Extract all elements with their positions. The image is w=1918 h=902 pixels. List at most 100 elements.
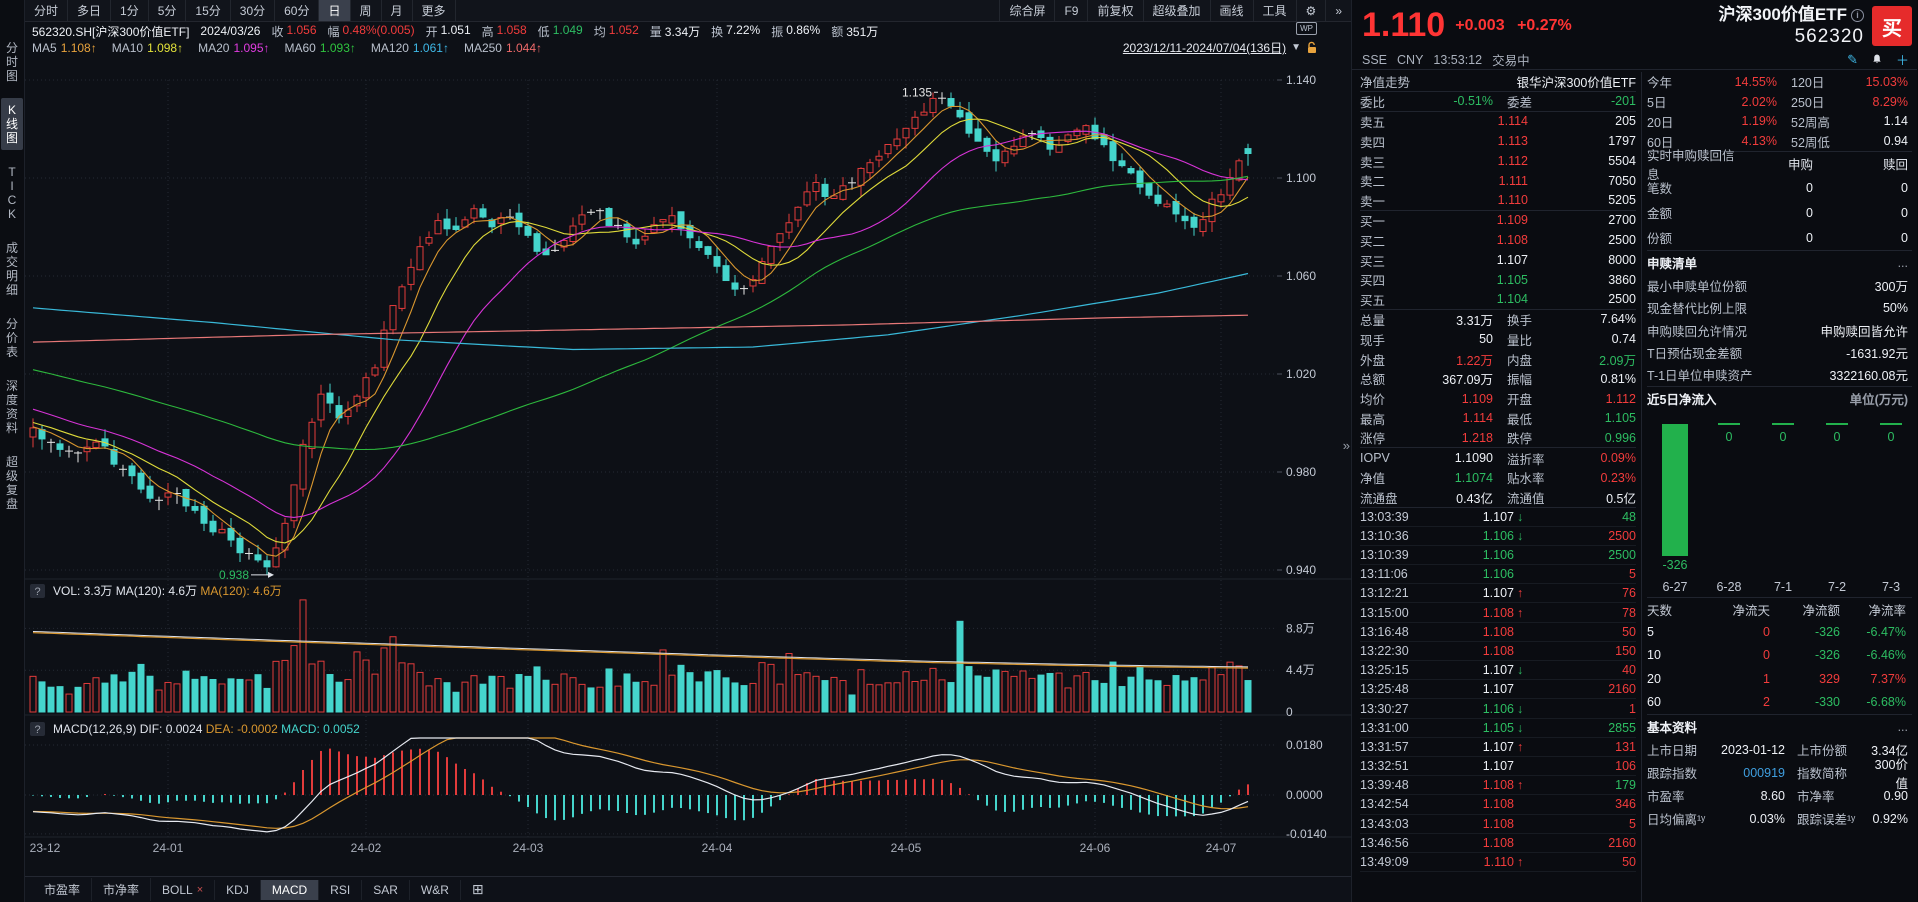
flow-table-row-10: 100-326-6.46% — [1647, 644, 1912, 668]
lock-icon[interactable] — [1306, 41, 1319, 54]
toolbar-tool-画线[interactable]: 画线 — [1210, 0, 1253, 21]
stat-row-IOPV: IOPV1.1090溢折率0.09% — [1360, 448, 1636, 468]
indicator-tab-SAR[interactable]: SAR — [362, 880, 410, 900]
buy-button[interactable]: 买 — [1872, 6, 1912, 46]
svg-text:24-04: 24-04 — [702, 841, 733, 855]
period-tab-30分[interactable]: 30分 — [231, 0, 275, 21]
toolbar-tool-综合屏[interactable]: 综合屏 — [999, 0, 1054, 21]
period-tab-周[interactable]: 周 — [351, 0, 382, 21]
add-indicator-button[interactable]: ⊞ — [461, 878, 495, 901]
period-tab-日[interactable]: 日 — [319, 0, 350, 21]
ask-row-卖四[interactable]: 卖四1.1131797 — [1360, 131, 1636, 151]
tick-row[interactable]: 13:03:391.107↓48 — [1360, 508, 1636, 527]
period-tab-多日[interactable]: 多日 — [68, 0, 111, 21]
collapse-panel-icon[interactable]: » — [1343, 438, 1350, 453]
chevron-down-icon[interactable]: ▼ — [1291, 42, 1301, 53]
period-tab-60分[interactable]: 60分 — [275, 0, 319, 21]
indicator-tab-市盈率[interactable]: 市盈率 — [33, 878, 92, 901]
bid-row-买五[interactable]: 买五1.1042500 — [1360, 290, 1636, 310]
tick-row[interactable]: 13:43:031.1085 — [1360, 815, 1636, 834]
info-icon[interactable]: i — [1851, 9, 1864, 22]
tick-row[interactable]: 13:15:001.108↑78 — [1360, 603, 1636, 622]
kline-chart[interactable]: 1.1401.1001.0601.0200.9800.9401.1350.938… — [25, 56, 1352, 876]
svg-text:?: ? — [34, 586, 40, 598]
tick-row[interactable]: 13:12:211.107↑76 — [1360, 584, 1636, 603]
ma-legend-item: MA201.095↑ — [198, 41, 269, 55]
bid-row-买三[interactable]: 买三1.1078000 — [1360, 250, 1636, 270]
indicator-tab-BOLL[interactable]: BOLL× — [151, 880, 215, 900]
quote-field: 换7.22% — [711, 23, 760, 40]
ask-row-卖三[interactable]: 卖三1.1125504 — [1360, 151, 1636, 171]
ask-row-卖二[interactable]: 卖二1.1117050 — [1360, 171, 1636, 191]
flow-table-row-20: 2013297.37% — [1647, 667, 1912, 691]
alert-bell-icon[interactable] — [1871, 53, 1883, 66]
add-watchlist-icon[interactable]: ＋ — [1896, 50, 1909, 69]
gear-icon[interactable]: ⚙ — [1296, 0, 1326, 21]
sidebar-item-成交明细[interactable]: 成交明细 — [1, 236, 23, 302]
tick-row[interactable]: 13:31:571.107↑131 — [1360, 738, 1636, 757]
netflow-zero-dash — [1772, 423, 1794, 425]
tick-row[interactable]: 13:10:361.106↓2500 — [1360, 527, 1636, 546]
toolbar-tool-工具[interactable]: 工具 — [1253, 0, 1296, 21]
indicator-tab-RSI[interactable]: RSI — [319, 880, 362, 900]
quote-panel: 1.110 +0.003 +0.27% 沪深300价值ETFi 562320 买… — [1352, 0, 1917, 902]
sidebar-item-TICK[interactable]: TICK — [1, 160, 23, 226]
quote-field: 低1.049 — [538, 23, 583, 40]
tick-row[interactable]: 13:46:561.1082160 — [1360, 834, 1636, 853]
sidebar-item-分时图[interactable]: 分时图 — [1, 36, 23, 88]
indicator-tab-MACD[interactable]: MACD — [261, 880, 319, 900]
netflow-zero-dash — [1880, 423, 1902, 425]
tick-row[interactable]: 13:42:541.108346 — [1360, 795, 1636, 814]
more-icon: ... — [1898, 720, 1908, 734]
indicator-tab-W&R[interactable]: W&R — [410, 880, 461, 900]
bid-row-买一[interactable]: 买一1.1092700 — [1360, 211, 1636, 231]
svg-text:0.940: 0.940 — [1286, 563, 1316, 577]
indicator-tab-市净率[interactable]: 市净率 — [92, 878, 151, 901]
more-tools-icon[interactable]: » — [1325, 0, 1351, 21]
flow-table-row-5: 50-326-6.47% — [1647, 620, 1912, 644]
period-tab-1分[interactable]: 1分 — [111, 0, 149, 21]
period-tab-15分[interactable]: 15分 — [186, 0, 230, 21]
tick-row[interactable]: 13:25:151.107↓40 — [1360, 661, 1636, 680]
toolbar-tool-F9[interactable]: F9 — [1054, 0, 1087, 21]
svg-text:24-02: 24-02 — [351, 841, 382, 855]
toolbar-tool-超级叠加[interactable]: 超级叠加 — [1143, 0, 1210, 21]
sidebar-item-分价表[interactable]: 分价表 — [1, 312, 23, 364]
period-tab-5分[interactable]: 5分 — [149, 0, 187, 21]
netflow-title-row: 近5日净流入单位(万元) — [1647, 386, 1912, 410]
netflow-bar-7-1: 07-1 — [1756, 410, 1810, 597]
tick-row[interactable]: 13:31:001.105↓2855 — [1360, 719, 1636, 738]
tick-row[interactable]: 13:22:301.108150 — [1360, 642, 1636, 661]
tick-row[interactable]: 13:30:271.106↓1 — [1360, 699, 1636, 718]
toolbar-tool-前复权[interactable]: 前复权 — [1087, 0, 1142, 21]
ma-legend-item: MA51.108↑ — [32, 41, 97, 55]
tick-row[interactable]: 13:39:481.108↑179 — [1360, 776, 1636, 795]
bid-row-买四[interactable]: 买四1.1053860 — [1360, 270, 1636, 290]
tick-row[interactable]: 13:32:511.107106 — [1360, 757, 1636, 776]
date-range-label[interactable]: 2023/12/11-2024/07/04(136日) — [1123, 39, 1286, 56]
period-toolbar: 分时多日1分5分15分30分60分日周月更多 综合屏F9前复权超级叠加画线工具⚙… — [25, 0, 1351, 22]
wp-icon[interactable]: WP — [1296, 22, 1317, 35]
exchange-status-item: CNY — [1397, 53, 1423, 67]
period-tab-分时[interactable]: 分时 — [25, 0, 68, 21]
sidebar-item-K线图[interactable]: K线图 — [1, 98, 23, 150]
sidebar-item-深度资料[interactable]: 深度资料 — [1, 374, 23, 440]
tick-row[interactable]: 13:25:481.1072160 — [1360, 680, 1636, 699]
indicator-tab-KDJ[interactable]: KDJ — [215, 880, 261, 900]
tick-row[interactable]: 13:16:481.10850 — [1360, 623, 1636, 642]
sidebar-item-超级复盘[interactable]: 超级复盘 — [1, 450, 23, 516]
date-range-control[interactable]: 2023/12/11-2024/07/04(136日) ▼ — [1123, 39, 1319, 56]
nav-trend-row[interactable]: 净值走势银华沪深300价值ETF — [1360, 72, 1636, 92]
period-tab-更多[interactable]: 更多 — [413, 0, 456, 21]
period-tab-月[interactable]: 月 — [382, 0, 413, 21]
tick-row[interactable]: 13:49:091.110↑50 — [1360, 853, 1636, 872]
quote-field: 额351万 — [831, 23, 878, 40]
tick-row[interactable]: 13:11:061.1065 — [1360, 565, 1636, 584]
ask-row-卖一[interactable]: 卖一1.1105205 — [1360, 191, 1636, 211]
svg-text:24-01: 24-01 — [153, 841, 184, 855]
svg-text:1.135: 1.135 — [902, 85, 932, 99]
ask-row-卖五[interactable]: 卖五1.114205 — [1360, 112, 1636, 132]
bid-row-买二[interactable]: 买二1.1082500 — [1360, 230, 1636, 250]
tick-row[interactable]: 13:10:391.1062500 — [1360, 546, 1636, 565]
edit-icon[interactable]: ✎ — [1847, 52, 1858, 68]
